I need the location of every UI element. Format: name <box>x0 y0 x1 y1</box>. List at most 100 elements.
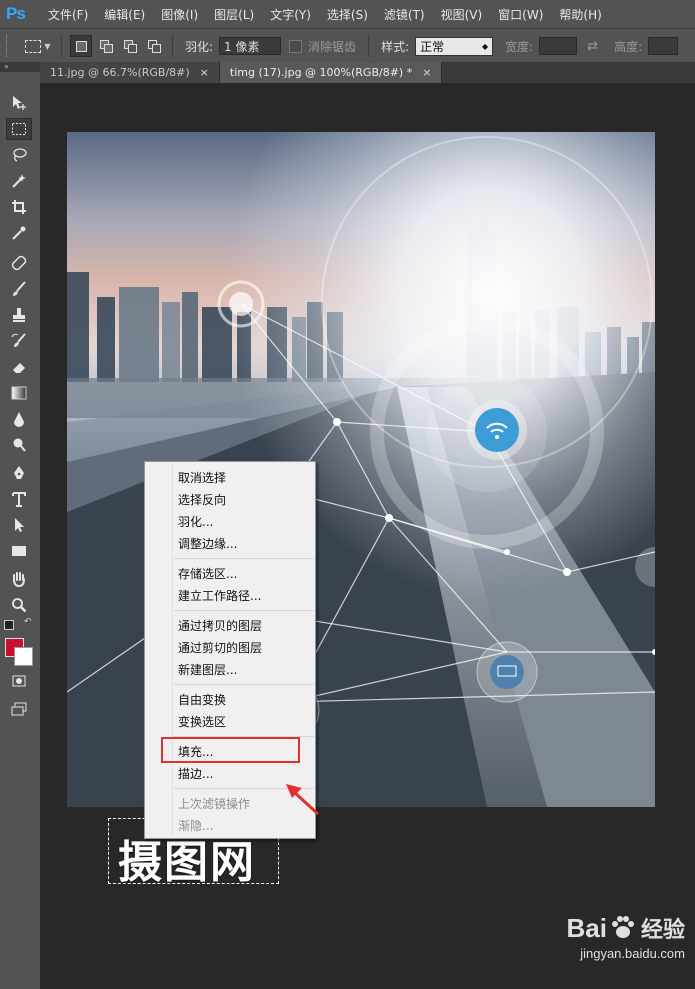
history-brush-tool-icon[interactable] <box>6 330 32 352</box>
feather-label: 羽化: <box>185 39 214 54</box>
intersect-selection-button[interactable] <box>144 36 164 56</box>
menu-help[interactable]: 帮助(H) <box>551 6 609 23</box>
divider <box>172 35 173 57</box>
menu-separator <box>174 684 314 685</box>
blur-tool-icon[interactable] <box>6 408 32 430</box>
rectangular-marquee-tool-icon[interactable] <box>6 118 32 140</box>
swap-colors-icon[interactable]: ↶ <box>24 617 32 627</box>
gradient-tool-icon[interactable] <box>6 382 32 404</box>
menu-item-new-layer[interactable]: 新建图层... <box>178 661 237 678</box>
lasso-tool-icon[interactable] <box>6 144 32 166</box>
tool-preset-picker[interactable]: ▼ <box>21 35 55 57</box>
updown-icon: ◆ <box>481 41 489 51</box>
background-color-swatch[interactable] <box>14 647 33 666</box>
menu-edit[interactable]: 编辑(E) <box>96 6 153 23</box>
subtract-from-selection-button[interactable] <box>120 36 140 56</box>
baidu-watermark: Bai 经验 jingyan.baidu.com <box>567 912 685 962</box>
menu-item-deselect[interactable]: 取消选择 <box>178 469 226 486</box>
intersect-selection-icon <box>148 40 161 53</box>
magic-wand-tool-icon[interactable] <box>6 170 32 192</box>
style-value: 正常 <box>420 39 445 54</box>
quick-mask-icon[interactable] <box>6 670 32 692</box>
move-tool-icon[interactable] <box>6 92 32 114</box>
default-colors-icon[interactable] <box>4 620 14 630</box>
menu-window[interactable]: 窗口(W) <box>490 6 551 23</box>
height-input[interactable] <box>648 37 679 55</box>
menu-type[interactable]: 文字(Y) <box>262 6 319 23</box>
antialias-label: 消除锯齿 <box>308 39 357 54</box>
menu-gutter <box>172 464 173 836</box>
toolbox-collapse-icon[interactable]: » <box>0 62 40 72</box>
menu-filter[interactable]: 滤镜(T) <box>376 6 433 23</box>
healing-brush-tool-icon[interactable] <box>6 252 32 274</box>
close-icon[interactable]: × <box>422 66 431 79</box>
dodge-tool-icon[interactable] <box>6 434 32 456</box>
rectangle-tool-icon[interactable] <box>6 540 32 562</box>
menu-view[interactable]: 视图(V) <box>433 6 491 23</box>
close-icon[interactable]: × <box>200 66 209 79</box>
menu-item-stroke[interactable]: 描边... <box>178 765 213 782</box>
menu-item-select-inverse[interactable]: 选择反向 <box>178 491 226 508</box>
crop-tool-icon[interactable] <box>6 196 32 218</box>
eyedropper-tool-icon[interactable] <box>6 222 32 244</box>
add-selection-icon <box>100 40 113 53</box>
divider <box>61 35 62 57</box>
screen-mode-icon[interactable] <box>6 698 32 720</box>
tab-11-jpg[interactable]: 11.jpg @ 66.7%(RGB/8#) × <box>40 62 220 83</box>
width-label: 宽度: <box>505 39 534 54</box>
baidu-url: jingyan.baidu.com <box>580 946 685 961</box>
document-tabs: 11.jpg @ 66.7%(RGB/8#) × timg (17).jpg @… <box>40 62 695 83</box>
options-bar: ▼ 羽化: 1 像素 消除锯齿 样式: 正常 ◆ 宽度: ⇄ 高度: <box>0 28 695 63</box>
brush-tool-icon[interactable] <box>6 278 32 300</box>
menu-separator <box>174 610 314 611</box>
toolbox: » ↶ <box>0 62 41 989</box>
menu-item-feather[interactable]: 羽化... <box>178 513 213 530</box>
height-label: 高度: <box>614 39 643 54</box>
tab-label: timg (17).jpg @ 100%(RGB/8#) * <box>229 66 413 79</box>
chevron-down-icon: ▼ <box>44 41 51 51</box>
baidu-brand-suffix: 经验 <box>640 917 685 942</box>
eraser-tool-icon[interactable] <box>6 356 32 378</box>
paw-icon <box>611 916 634 938</box>
feather-input[interactable]: 1 像素 <box>219 37 282 55</box>
menu-image[interactable]: 图像(I) <box>153 6 206 23</box>
photoshop-logo: Ps <box>6 4 26 23</box>
style-label: 样式: <box>381 39 410 54</box>
menu-item-last-filter: 上次滤镜操作 <box>178 797 251 811</box>
menu-item-layer-via-cut[interactable]: 通过剪切的图层 <box>178 639 262 656</box>
menu-layer[interactable]: 图层(L) <box>206 6 262 23</box>
clone-stamp-tool-icon[interactable] <box>6 304 32 326</box>
hand-tool-icon[interactable] <box>6 568 32 590</box>
menu-item-free-transform[interactable]: 自由变换 <box>178 691 226 708</box>
width-input[interactable] <box>539 37 578 55</box>
subtract-selection-icon <box>124 40 137 53</box>
menu-separator <box>174 558 314 559</box>
swap-icon[interactable]: ⇄ <box>587 39 598 54</box>
menu-item-layer-via-copy[interactable]: 通过拷贝的图层 <box>178 617 262 634</box>
annotation-arrow-icon <box>286 784 320 816</box>
type-tool-icon[interactable] <box>6 488 32 510</box>
menu-item-save-selection[interactable]: 存储选区... <box>178 565 237 582</box>
options-grip[interactable] <box>6 35 11 57</box>
menu-bar: Ps 文件(F) 编辑(E) 图像(I) 图层(L) 文字(Y) 选择(S) 滤… <box>0 0 695 28</box>
menu-select[interactable]: 选择(S) <box>319 6 376 23</box>
baidu-logo: Bai 经验 <box>567 912 685 944</box>
add-to-selection-button[interactable] <box>96 36 116 56</box>
menu-item-fade: 渐隐... <box>178 819 214 833</box>
antialias-checkbox[interactable] <box>289 39 303 53</box>
style-select[interactable]: 正常 ◆ <box>415 36 494 56</box>
path-selection-tool-icon[interactable] <box>6 514 32 536</box>
pen-tool-icon[interactable] <box>6 462 32 484</box>
new-selection-button[interactable] <box>70 35 92 57</box>
fill-highlight-box <box>161 737 300 763</box>
menu-file[interactable]: 文件(F) <box>40 6 96 23</box>
zoom-tool-icon[interactable] <box>6 594 32 616</box>
menu-item-transform-selection[interactable]: 变换选区 <box>178 713 226 730</box>
new-selection-icon <box>75 40 87 52</box>
menu-item-refine-edge[interactable]: 调整边缘... <box>178 535 237 552</box>
baidu-brand: Bai <box>566 912 607 943</box>
tab-timg-17-jpg[interactable]: timg (17).jpg @ 100%(RGB/8#) * × <box>219 62 443 83</box>
tab-label: 11.jpg @ 66.7%(RGB/8#) <box>50 66 190 79</box>
marquee-icon <box>25 39 42 53</box>
menu-item-make-work-path[interactable]: 建立工作路径... <box>178 587 261 604</box>
